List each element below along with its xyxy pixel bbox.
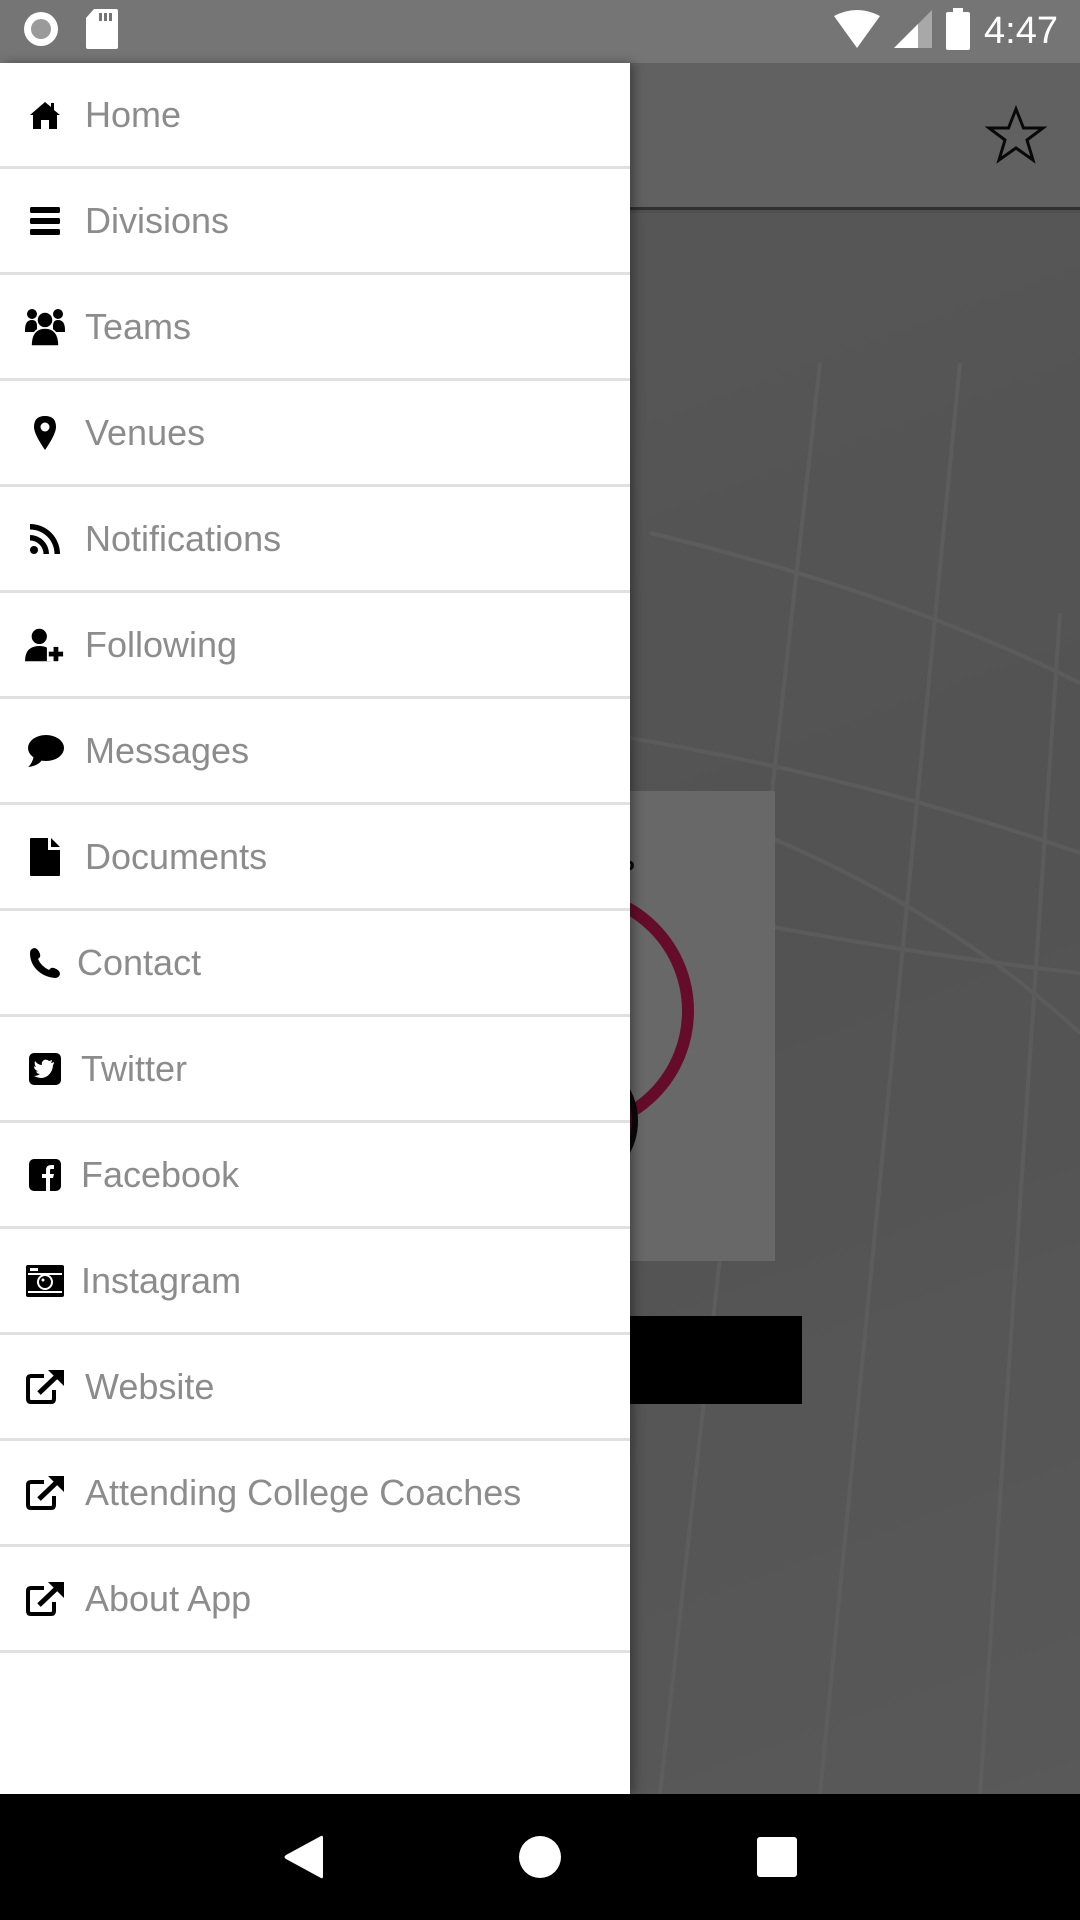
menu-item-contact[interactable]: Contact <box>0 911 630 1017</box>
menu-item-home[interactable]: Home <box>0 63 630 169</box>
external-link-icon <box>25 1579 65 1619</box>
facebook-icon <box>25 1155 65 1195</box>
menu-item-messages[interactable]: Messages <box>0 699 630 805</box>
phone-icon <box>25 943 65 983</box>
user-plus-icon <box>25 625 65 665</box>
menu-item-attending-college-coaches[interactable]: Attending College Coaches <box>0 1441 630 1547</box>
menu-item-venues[interactable]: Venues <box>0 381 630 487</box>
menu-item-instagram[interactable]: Instagram <box>0 1229 630 1335</box>
menu-item-website[interactable]: Website <box>0 1335 630 1441</box>
menu-item-twitter[interactable]: Twitter <box>0 1017 630 1123</box>
menu-item-divisions[interactable]: Divisions <box>0 169 630 275</box>
external-link-icon <box>25 1367 65 1407</box>
menu-item-documents[interactable]: Documents <box>0 805 630 911</box>
twitter-icon <box>25 1049 65 1089</box>
system-nav-bar <box>0 1794 1080 1920</box>
signal-icon <box>894 10 933 53</box>
home-circle-icon[interactable] <box>500 1817 580 1897</box>
menu-item-teams[interactable]: Teams <box>0 275 630 381</box>
recents-icon[interactable] <box>737 1817 817 1897</box>
map-pin-icon <box>25 413 65 453</box>
battery-icon <box>946 8 971 55</box>
home-icon <box>25 95 65 135</box>
users-icon <box>25 307 65 347</box>
menu-item-facebook[interactable]: Facebook <box>0 1123 630 1229</box>
menu-item-notifications[interactable]: Notifications <box>0 487 630 593</box>
navigation-drawer: Home Divisions Teams Venues Notification… <box>0 63 630 1794</box>
sd-card-icon <box>86 9 118 54</box>
menu-item-about-app[interactable]: About App <box>0 1547 630 1653</box>
wifi-icon <box>834 10 881 53</box>
list-icon <box>25 201 65 241</box>
status-bar: 4:47 <box>0 0 1080 63</box>
external-link-icon <box>25 1473 65 1513</box>
rss-icon <box>25 519 65 559</box>
back-icon[interactable] <box>263 1817 343 1897</box>
menu-item-following[interactable]: Following <box>0 593 630 699</box>
file-icon <box>25 837 65 877</box>
speech-bubble-icon <box>25 731 65 771</box>
status-time: 4:47 <box>984 10 1058 52</box>
record-icon <box>22 10 60 53</box>
camera-icon <box>25 1261 65 1301</box>
